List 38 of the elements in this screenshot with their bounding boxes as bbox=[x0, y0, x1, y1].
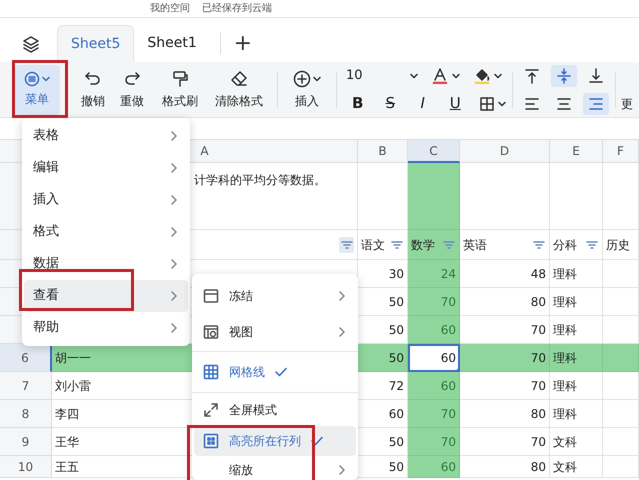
table-cell: 文科 bbox=[550, 456, 603, 478]
table-cell: 60 bbox=[408, 456, 460, 478]
table-cell: 70 bbox=[460, 316, 550, 344]
table-cell: 50 bbox=[358, 344, 408, 372]
table-cell: 80 bbox=[460, 456, 550, 478]
table-cell: 理科 bbox=[550, 372, 603, 400]
table-cell: 48 bbox=[460, 260, 550, 288]
table-cell: 80 bbox=[460, 400, 550, 428]
table-cell: 30 bbox=[358, 260, 408, 288]
save-status: 已经保存到云端 bbox=[202, 2, 272, 16]
table-cell: 理科 bbox=[550, 400, 603, 428]
table-cell: 70 bbox=[460, 344, 550, 372]
table-cell: 24 bbox=[408, 260, 460, 288]
table-cell: 70 bbox=[460, 428, 550, 456]
table-cell: 理科 bbox=[550, 288, 603, 316]
table-cell: 60 bbox=[408, 372, 460, 400]
table-cell: 理科 bbox=[550, 316, 603, 344]
table-cell: 50 bbox=[358, 316, 408, 344]
table-cell: 80 bbox=[460, 288, 550, 316]
header-label: 英语 bbox=[463, 236, 487, 254]
table-cell: 60 bbox=[408, 316, 460, 344]
table-cell: 理科 bbox=[550, 260, 603, 288]
table-cell: 文科 bbox=[550, 428, 603, 456]
table-cell: 理科 bbox=[550, 344, 603, 372]
table-cell: 60 bbox=[408, 344, 460, 372]
header-label: 数学 bbox=[411, 236, 435, 254]
header-label: 语文 bbox=[361, 236, 385, 254]
header-label: 分科 bbox=[553, 236, 577, 254]
table-cell: 50 bbox=[358, 288, 408, 316]
table-cell: 50 bbox=[358, 428, 408, 456]
table-cell: 60 bbox=[358, 400, 408, 428]
table-cell: 70 bbox=[408, 400, 460, 428]
table-cell: 70 bbox=[460, 372, 550, 400]
table-cell: 72 bbox=[358, 372, 408, 400]
table-cell: 70 bbox=[408, 288, 460, 316]
table-cell: 历史 bbox=[603, 230, 639, 260]
table-cell: 50 bbox=[358, 456, 408, 478]
table-cell: 70 bbox=[408, 428, 460, 456]
